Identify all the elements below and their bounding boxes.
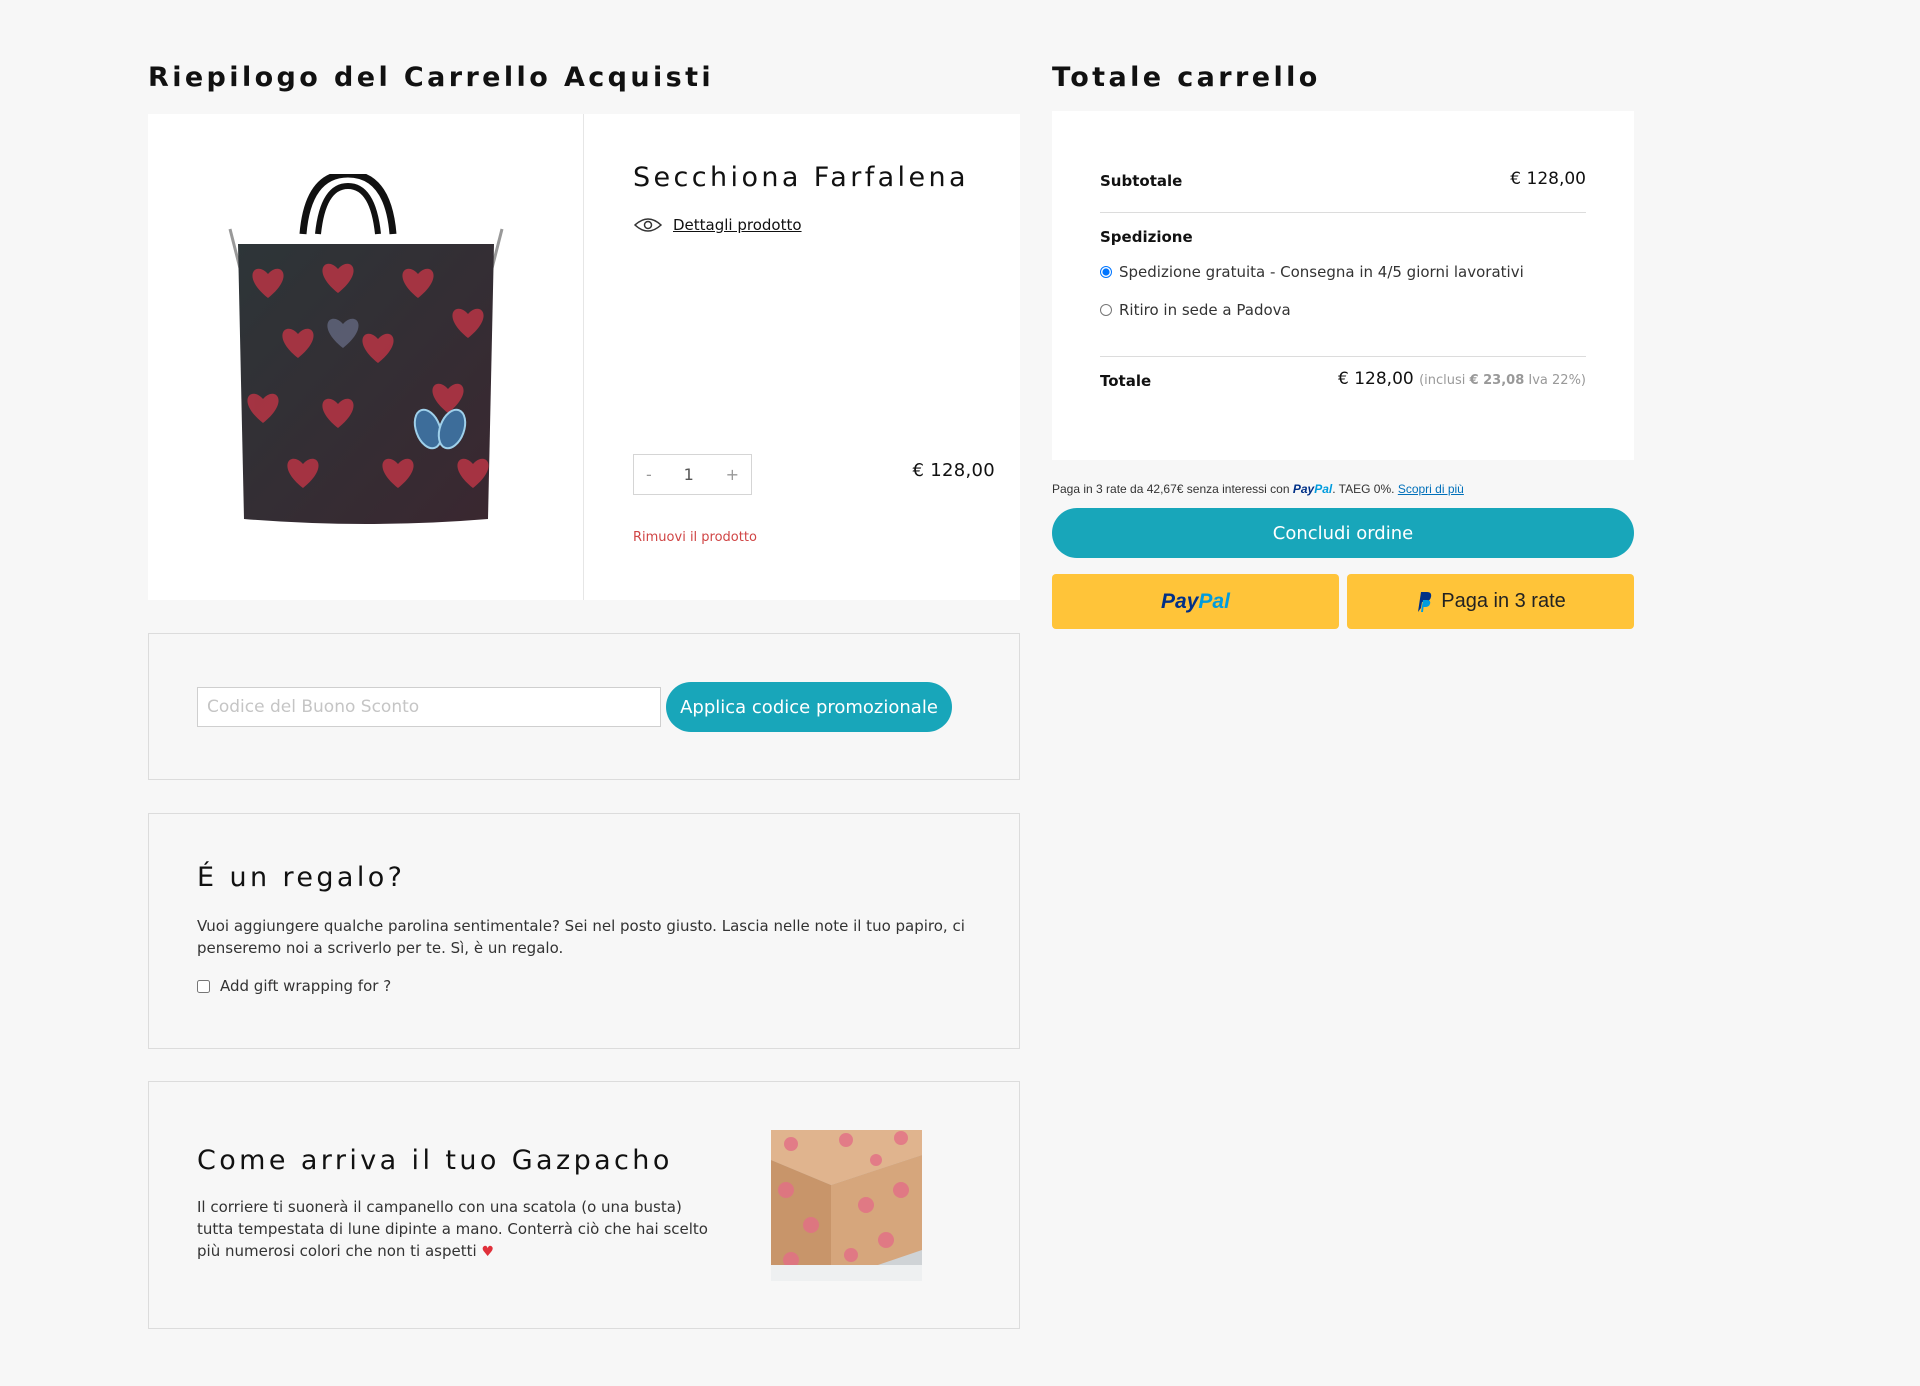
gift-wrapping-label: Add gift wrapping for ? (220, 977, 392, 995)
paypal-logo-text: PayPal (1293, 482, 1332, 496)
cart-totals-card: Subtotale € 128,00 Spedizione Spedizione… (1052, 111, 1634, 460)
paypal-button-pal: Pal (1198, 589, 1230, 613)
heart-icon: ♥ (481, 1244, 495, 1260)
coupon-panel: Applica codice promozionale (148, 633, 1020, 780)
apply-coupon-button[interactable]: Applica codice promozionale (666, 682, 952, 732)
product-image-column (148, 114, 584, 600)
tax-note: (inclusi € 23,08 Iva 22%) (1419, 373, 1586, 388)
paypal-installments-message: Paga in 3 rate da 42,67€ senza interessi… (1052, 482, 1464, 496)
total-label: Totale (1100, 372, 1152, 390)
quantity-increase-button[interactable]: + (726, 465, 739, 484)
quantity-value[interactable]: 1 (684, 465, 694, 484)
gift-panel: É un regalo? Vuoi aggiungere qualche par… (148, 813, 1020, 1049)
paypal-message-prefix: Paga in 3 rate da 42,67€ senza interessi… (1052, 482, 1290, 496)
paypal-logo: PayPal (1161, 590, 1230, 614)
divider (1100, 212, 1586, 213)
cart-item-card: Secchiona Farfalena Dettagli prodotto - … (148, 114, 1020, 600)
delivery-description-text: Il corriere ti suonerà il campanello con… (197, 1198, 708, 1260)
quantity-stepper: - 1 + (633, 454, 752, 495)
paypal-p-icon (1418, 591, 1432, 612)
total-value-group: € 128,00 (inclusi € 23,08 Iva 22%) (1338, 369, 1586, 389)
remove-product-link[interactable]: Rimuovi il prodotto (633, 530, 757, 545)
paypal-pay-in-3-content: Paga in 3 rate (1415, 590, 1566, 613)
shipping-pickup-label: Ritiro in sede a Padova (1119, 301, 1291, 319)
paypal-logo-pay: Pay (1292, 482, 1315, 496)
package-photo (771, 1130, 922, 1281)
gift-wrapping-option[interactable]: Add gift wrapping for ? (197, 977, 391, 995)
shipping-row: Spedizione (1100, 227, 1586, 246)
paypal-pay-in-3-button[interactable]: Paga in 3 rate (1347, 574, 1634, 629)
gift-wrapping-checkbox[interactable] (197, 979, 210, 993)
subtotal-value: € 128,00 (1510, 169, 1586, 189)
coupon-code-input[interactable] (197, 687, 661, 727)
paypal-message-suffix: . TAEG 0%. (1332, 482, 1395, 496)
product-price: € 128,00 (912, 460, 995, 481)
tax-prefix: (inclusi (1419, 373, 1466, 388)
paypal-logo-pal: Pal (1314, 482, 1333, 496)
shipping-pickup-radio[interactable] (1100, 304, 1112, 316)
shipping-free-label: Spedizione gratuita - Consegna in 4/5 gi… (1119, 263, 1524, 281)
delivery-description: Il corriere ti suonerà il campanello con… (197, 1196, 717, 1263)
gift-description: Vuoi aggiungere qualche parolina sentime… (197, 917, 965, 957)
product-details-link[interactable]: Dettagli prodotto (633, 216, 802, 234)
cart-summary-title: Riepilogo del Carrello Acquisti (148, 62, 715, 93)
product-info: Secchiona Farfalena Dettagli prodotto - … (633, 114, 995, 600)
pay-in-3-label: Paga in 3 rate (1441, 590, 1566, 612)
product-details-label: Dettagli prodotto (673, 216, 802, 234)
cart-totals-title: Totale carrello (1052, 62, 1321, 93)
subtotal-label: Subtotale (1100, 172, 1183, 190)
product-image[interactable] (208, 174, 524, 544)
checkout-button[interactable]: Concludi ordine (1052, 508, 1634, 558)
tax-suffix: Iva 22%) (1528, 373, 1586, 388)
total-value: € 128,00 (1338, 369, 1414, 389)
eye-icon (633, 218, 663, 232)
gift-title: É un regalo? (197, 862, 406, 893)
product-name[interactable]: Secchiona Farfalena (633, 162, 969, 193)
paypal-button-pay: Pay (1161, 589, 1199, 613)
subtotal-row: Subtotale € 128,00 (1100, 169, 1586, 190)
paypal-button[interactable]: PayPal (1052, 574, 1339, 629)
total-row: Totale € 128,00 (inclusi € 23,08 Iva 22%… (1100, 369, 1586, 390)
tax-amount: € 23,08 (1469, 373, 1525, 388)
divider (1100, 356, 1586, 357)
shipping-label: Spedizione (1100, 228, 1193, 246)
paypal-learn-more-link[interactable]: Scopri di più (1398, 482, 1464, 496)
shipping-free-radio[interactable] (1100, 266, 1112, 278)
shipping-option-free[interactable]: Spedizione gratuita - Consegna in 4/5 gi… (1100, 263, 1524, 281)
quantity-decrease-button[interactable]: - (646, 465, 652, 484)
shipping-option-pickup[interactable]: Ritiro in sede a Padova (1100, 301, 1291, 319)
delivery-title: Come arriva il tuo Gazpacho (197, 1145, 673, 1176)
delivery-info-panel: Come arriva il tuo Gazpacho Il corriere … (148, 1081, 1020, 1329)
